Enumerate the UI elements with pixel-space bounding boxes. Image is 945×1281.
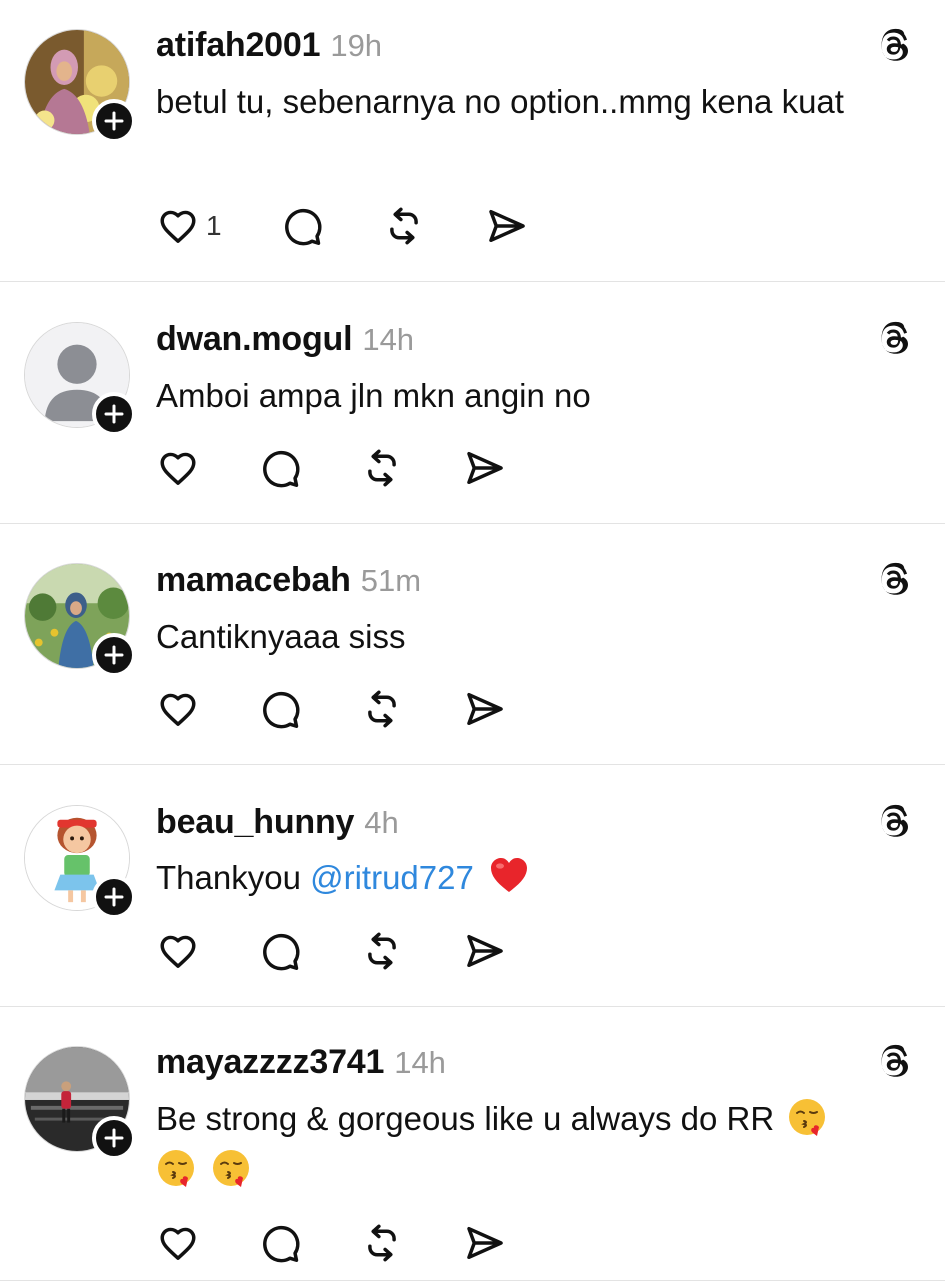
like-button[interactable] bbox=[156, 687, 200, 731]
timestamp: 19h bbox=[330, 28, 383, 63]
like-button[interactable]: 1 bbox=[156, 204, 222, 248]
avatar[interactable] bbox=[24, 29, 136, 143]
share-button[interactable] bbox=[484, 204, 528, 248]
heart-icon bbox=[156, 1221, 200, 1265]
comment-bubble-icon bbox=[258, 1221, 302, 1265]
share-button[interactable] bbox=[462, 446, 506, 490]
follow-button[interactable] bbox=[92, 875, 136, 919]
like-button[interactable] bbox=[156, 929, 200, 973]
threads-logo-icon[interactable] bbox=[874, 802, 914, 842]
repost-button[interactable] bbox=[360, 687, 404, 731]
repost-button[interactable] bbox=[360, 929, 404, 973]
heart-icon bbox=[156, 929, 200, 973]
comment-bubble-icon bbox=[258, 687, 302, 731]
plus-icon bbox=[103, 403, 125, 425]
comment-button[interactable] bbox=[258, 1221, 302, 1265]
threads-logo-icon[interactable] bbox=[874, 26, 914, 66]
repost-icon bbox=[360, 446, 404, 490]
send-icon bbox=[462, 1221, 506, 1265]
repost-icon bbox=[382, 204, 426, 248]
send-icon bbox=[462, 929, 506, 973]
send-icon bbox=[462, 446, 506, 490]
like-button[interactable] bbox=[156, 1221, 200, 1265]
repost-button[interactable] bbox=[360, 446, 404, 490]
heart-icon bbox=[156, 446, 200, 490]
post-text: betul tu, sebenarnya no option..mmg kena… bbox=[156, 83, 844, 120]
repost-icon bbox=[360, 687, 404, 731]
send-icon bbox=[484, 204, 528, 248]
kissing-face-with-heart-emoji bbox=[211, 1148, 251, 1188]
plus-icon bbox=[103, 110, 125, 132]
comment-bubble-icon bbox=[258, 446, 302, 490]
avatar[interactable] bbox=[24, 322, 136, 436]
kissing-face-with-heart-emoji bbox=[156, 1148, 196, 1188]
repost-button[interactable] bbox=[360, 1221, 404, 1265]
timestamp: 14h bbox=[362, 322, 415, 357]
repost-button[interactable] bbox=[382, 204, 426, 248]
threads-logo-icon[interactable] bbox=[874, 560, 914, 600]
follow-button[interactable] bbox=[92, 633, 136, 677]
mention-link[interactable]: @ritrud727 bbox=[310, 859, 474, 896]
comment-bubble-icon bbox=[258, 929, 302, 973]
heart-icon bbox=[156, 687, 200, 731]
threads-logo-icon[interactable] bbox=[874, 319, 914, 359]
reply-post: beau_hunny 4h Thankyou @ritrud727 bbox=[0, 765, 945, 1007]
red-heart-emoji bbox=[489, 856, 529, 896]
post-text-body: Be strong & gorgeous like u always do RR bbox=[156, 1100, 775, 1137]
reply-post: mayazzzz3741 14h Be strong & gorgeous li… bbox=[0, 1007, 945, 1281]
plus-icon bbox=[103, 1127, 125, 1149]
send-icon bbox=[462, 687, 506, 731]
comment-bubble-icon bbox=[280, 204, 324, 248]
follow-button[interactable] bbox=[92, 392, 136, 436]
comment-button[interactable] bbox=[280, 204, 324, 248]
post-text: Be strong & gorgeous like u always do RR bbox=[156, 1093, 926, 1195]
username[interactable]: atifah2001 bbox=[156, 26, 321, 65]
comment-button[interactable] bbox=[258, 446, 302, 490]
threads-logo-icon[interactable] bbox=[874, 1042, 914, 1082]
heart-icon bbox=[156, 204, 200, 248]
timestamp: 4h bbox=[364, 805, 399, 840]
follow-button[interactable] bbox=[92, 99, 136, 143]
plus-icon bbox=[103, 886, 125, 908]
like-button[interactable] bbox=[156, 446, 200, 490]
comment-button[interactable] bbox=[258, 929, 302, 973]
post-text-body: Thankyou bbox=[156, 859, 311, 896]
post-text: Thankyou @ritrud727 bbox=[156, 852, 916, 903]
username[interactable]: mamacebah bbox=[156, 561, 351, 600]
avatar[interactable] bbox=[24, 1046, 136, 1160]
username[interactable]: beau_hunny bbox=[156, 803, 354, 842]
username[interactable]: dwan.mogul bbox=[156, 320, 353, 359]
follow-button[interactable] bbox=[92, 1116, 136, 1160]
plus-icon bbox=[103, 644, 125, 666]
comment-button[interactable] bbox=[258, 687, 302, 731]
username[interactable]: mayazzzz3741 bbox=[156, 1043, 384, 1082]
timestamp: 14h bbox=[394, 1045, 446, 1080]
timestamp: 51m bbox=[360, 563, 422, 598]
reply-post: atifah2001 19h betul tu, sebenarnya no o… bbox=[0, 0, 945, 282]
reply-post: dwan.mogul 14h Amboi ampa jln mkn angin … bbox=[0, 282, 945, 524]
post-text: Amboi ampa jln mkn angin no bbox=[156, 377, 591, 414]
post-text: Cantiknyaaa siss bbox=[156, 618, 406, 655]
like-count: 1 bbox=[206, 210, 222, 241]
share-button[interactable] bbox=[462, 1221, 506, 1265]
kissing-face-with-heart-emoji bbox=[787, 1097, 827, 1137]
avatar[interactable] bbox=[24, 563, 136, 677]
repost-icon bbox=[360, 1221, 404, 1265]
share-button[interactable] bbox=[462, 929, 506, 973]
avatar[interactable] bbox=[24, 805, 136, 919]
share-button[interactable] bbox=[462, 687, 506, 731]
repost-icon bbox=[360, 929, 404, 973]
reply-post: mamacebah 51m Cantiknyaaa siss bbox=[0, 524, 945, 765]
